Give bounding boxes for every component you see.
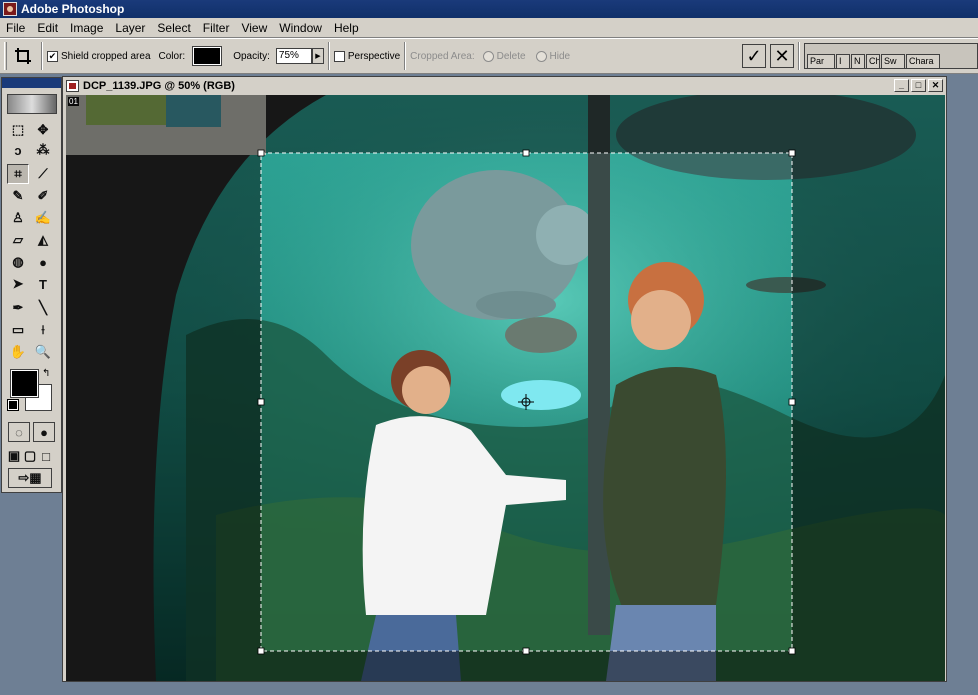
menu-edit[interactable]: Edit bbox=[31, 18, 64, 38]
history-brush-tool-icon[interactable]: ✍ bbox=[32, 208, 54, 228]
options-separator bbox=[798, 42, 800, 70]
image-canvas[interactable]: 01 bbox=[66, 95, 945, 681]
commit-crop-button[interactable]: ✓ bbox=[742, 44, 766, 68]
options-separator bbox=[41, 42, 43, 70]
eraser-tool-icon[interactable]: ▱ bbox=[7, 230, 29, 250]
tool-options-bar: ✔ Shield cropped area Color: Opacity: 75… bbox=[0, 38, 978, 74]
toolbox: ⬚ ✥ ↄ ⁂ ⌗ ⟋ ✎ ✐ ♙ ✍ ▱ ◭ ◍ ● ➤ T ✒ ╲ ▭ ⟊ ✋ 🔍 ↰ ◌ ● ▣ ▢ □ ⇨▦ bbox=[1, 77, 62, 493]
cropped-area-label: Cropped Area: bbox=[410, 50, 475, 62]
opacity-input[interactable]: 75% bbox=[275, 48, 312, 64]
menu-window[interactable]: Window bbox=[273, 18, 328, 38]
paint-bucket-tool-icon[interactable]: ◭ bbox=[32, 230, 54, 250]
hide-radio[interactable] bbox=[535, 50, 547, 62]
menu-view[interactable]: View bbox=[235, 18, 273, 38]
swap-colors-icon[interactable]: ↰ bbox=[42, 368, 50, 379]
cropped-area-delete-option[interactable]: Delete bbox=[482, 50, 526, 62]
jump-to-imageready-icon[interactable]: ⇨▦ bbox=[8, 468, 52, 488]
perspective-checkbox[interactable] bbox=[333, 50, 345, 62]
dodge-tool-icon[interactable]: ● bbox=[32, 252, 54, 272]
standard-mode-icon[interactable]: ◌ bbox=[8, 422, 30, 442]
shield-label: Shield cropped area bbox=[61, 50, 151, 62]
menu-image[interactable]: Image bbox=[64, 18, 109, 38]
maximize-button[interactable]: □ bbox=[911, 79, 926, 92]
magic-wand-tool-icon[interactable]: ⁂ bbox=[32, 140, 54, 160]
opacity-slider-arrow-icon[interactable]: ▶ bbox=[311, 48, 324, 64]
menu-filter[interactable]: Filter bbox=[197, 18, 236, 38]
palette-tab-info[interactable]: I bbox=[836, 54, 850, 68]
shield-color-label: Color: bbox=[158, 50, 186, 62]
quick-mask-mode-icon[interactable]: ● bbox=[33, 422, 55, 442]
lasso-tool-icon[interactable]: ↄ bbox=[7, 140, 29, 160]
slice-tool-icon[interactable]: ⟋ bbox=[32, 164, 54, 184]
photoshop-app-icon bbox=[3, 2, 17, 16]
menu-file[interactable]: File bbox=[0, 18, 31, 38]
full-screen-mode-icon[interactable]: □ bbox=[38, 446, 54, 466]
toolbox-title-bar[interactable] bbox=[2, 78, 61, 88]
palette-tab-navigator[interactable]: N bbox=[851, 54, 865, 68]
clone-stamp-tool-icon[interactable]: ♙ bbox=[7, 208, 29, 228]
palette-tab-channels[interactable]: Ch bbox=[866, 54, 880, 68]
foreground-color-swatch-front[interactable] bbox=[10, 369, 39, 398]
cropped-area-hide-option[interactable]: Hide bbox=[535, 50, 571, 62]
app-title-bar: Adobe Photoshop bbox=[0, 0, 978, 18]
app-title: Adobe Photoshop bbox=[21, 2, 125, 16]
full-screen-menu-mode-icon[interactable]: ▢ bbox=[22, 446, 38, 466]
aquarium-photo bbox=[66, 95, 945, 681]
delete-radio[interactable] bbox=[482, 50, 494, 62]
palette-tab-paragraph[interactable]: Par bbox=[807, 54, 835, 68]
options-separator bbox=[404, 42, 407, 70]
notes-tool-icon[interactable]: ▭ bbox=[7, 320, 29, 340]
document-title: DCP_1139.JPG @ 50% (RGB) bbox=[83, 79, 235, 92]
cancel-crop-button[interactable]: ✕ bbox=[770, 44, 794, 68]
blur-tool-icon[interactable]: ◍ bbox=[7, 252, 29, 272]
move-tool-icon[interactable]: ✥ bbox=[32, 120, 54, 140]
shield-color-swatch[interactable] bbox=[192, 46, 223, 66]
crop-icon bbox=[15, 48, 31, 64]
palette-tab-swatches[interactable]: Sw bbox=[881, 54, 905, 68]
minimize-button[interactable]: _ bbox=[894, 79, 909, 92]
menu-help[interactable]: Help bbox=[328, 18, 365, 38]
zoom-tool-icon[interactable]: 🔍 bbox=[32, 342, 54, 362]
layer-corner-label: 01 bbox=[68, 97, 79, 106]
hand-tool-icon[interactable]: ✋ bbox=[7, 342, 29, 362]
perspective-toggle[interactable]: Perspective bbox=[333, 50, 401, 62]
menu-layer[interactable]: Layer bbox=[109, 18, 151, 38]
perspective-label: Perspective bbox=[347, 50, 401, 62]
healing-brush-tool-icon[interactable]: ✎ bbox=[7, 186, 29, 206]
palette-well: Par I N Ch Sw Chara bbox=[804, 43, 978, 69]
shield-checkbox[interactable]: ✔ bbox=[47, 50, 58, 62]
adobe-eye-logo[interactable] bbox=[7, 94, 57, 114]
options-separator bbox=[327, 42, 330, 70]
document-title-bar[interactable]: DCP_1139.JPG @ 50% (RGB) _ □ ✕ bbox=[63, 77, 946, 94]
eyedropper-tool-icon[interactable]: ⟊ bbox=[32, 320, 54, 340]
options-bar-grip[interactable] bbox=[4, 42, 7, 70]
crop-tool-preset-icon[interactable] bbox=[9, 42, 37, 70]
marquee-tool-icon[interactable]: ⬚ bbox=[7, 120, 29, 140]
opacity-label: Opacity: bbox=[233, 50, 270, 62]
hide-label: Hide bbox=[549, 50, 571, 62]
document-icon bbox=[66, 79, 79, 92]
menu-select[interactable]: Select bbox=[151, 18, 196, 38]
line-tool-icon[interactable]: ╲ bbox=[32, 298, 54, 318]
pen-tool-icon[interactable]: ✒ bbox=[7, 298, 29, 318]
document-window: DCP_1139.JPG @ 50% (RGB) _ □ ✕ 01 bbox=[62, 76, 947, 682]
delete-label: Delete bbox=[496, 50, 526, 62]
standard-screen-mode-icon[interactable]: ▣ bbox=[6, 446, 22, 466]
shield-cropped-area-toggle[interactable]: ✔ Shield cropped area bbox=[47, 50, 151, 62]
palette-tab-character[interactable]: Chara bbox=[906, 54, 940, 68]
brush-tool-icon[interactable]: ✐ bbox=[32, 186, 54, 206]
default-colors-icon[interactable] bbox=[7, 399, 19, 411]
crop-tool-icon[interactable]: ⌗ bbox=[7, 164, 29, 184]
close-button[interactable]: ✕ bbox=[928, 79, 943, 92]
path-selection-tool-icon[interactable]: ➤ bbox=[7, 274, 29, 294]
type-tool-icon[interactable]: T bbox=[32, 274, 54, 294]
menu-bar: File Edit Image Layer Select Filter View… bbox=[0, 18, 978, 38]
